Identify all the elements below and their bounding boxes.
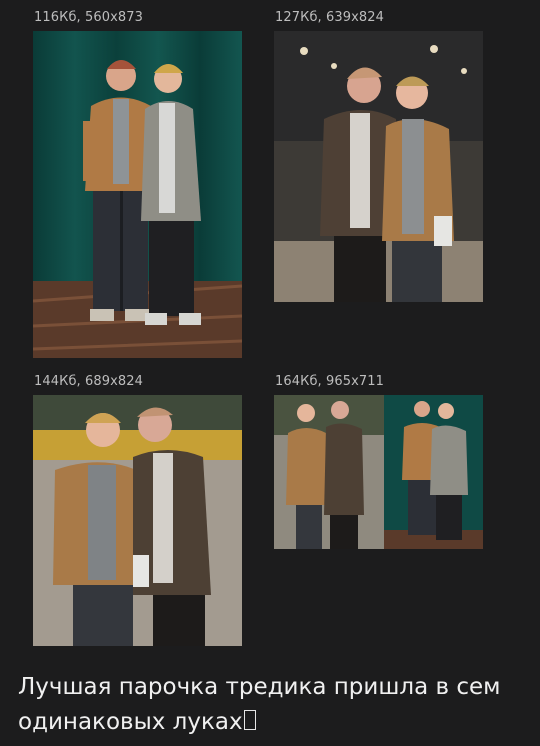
post-text-line-1: Лучшая парочка тредика пришла в сем [18,674,501,700]
image-caption-1: 116Кб, 560x873 [34,10,144,25]
image-thumbnail-2[interactable] [274,31,483,302]
post-text: Лучшая парочка тредика пришла в сем один… [18,670,540,740]
image-thumbnail-3[interactable] [33,395,242,646]
image-caption-3: 144Кб, 689x824 [34,374,144,389]
post-text-line-2: одинаковых луках [18,705,540,740]
photo-two-men-street-night [274,31,483,302]
photo-two-men-city-street [33,395,242,646]
image-caption-4: 164Кб, 965x711 [275,374,385,389]
post-text-line-2-text: одинаковых луках [18,709,243,735]
missing-emoji-icon [243,710,256,730]
photo-collage-two-photos [274,395,483,549]
image-thumbnail-4[interactable] [274,395,483,549]
photo-two-men-green-curtain [33,31,242,358]
image-thumbnail-1[interactable] [33,31,242,358]
image-caption-2: 127Кб, 639x824 [275,10,385,25]
